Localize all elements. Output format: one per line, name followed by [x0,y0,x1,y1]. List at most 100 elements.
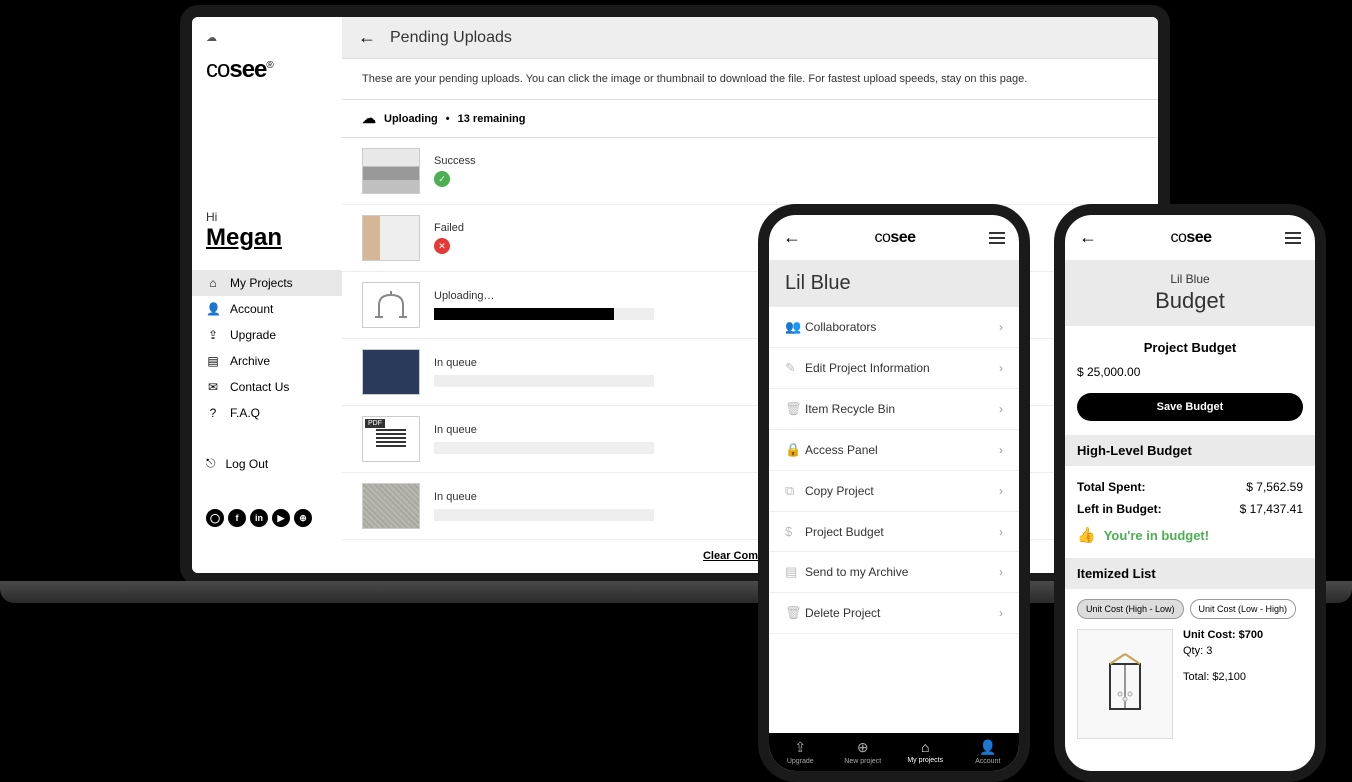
item-qty: Qty: 3 [1183,645,1263,657]
web-icon[interactable]: ⊕ [294,509,312,527]
unit-cost: Unit Cost: $700 [1183,629,1263,641]
upload-thumbnail[interactable] [362,483,420,529]
budget-heading: Budget [1081,288,1299,314]
tab-bar: ⇪ Upgrade ⊕New project ⌂My projects 👤 Acco… [769,733,1019,771]
menu-budget[interactable]: $Project Budget› [769,512,1019,552]
nav-account[interactable]: 👤 Account [192,296,342,322]
logo: cosee® [206,56,328,84]
nav-upgrade[interactable]: ⇪Upgrade [192,322,342,348]
item-image[interactable] [1077,629,1173,739]
tab-upgrade[interactable]: ⇪ Upgrade [769,739,832,765]
nav-contact[interactable]: ✉Contact Us [192,374,342,400]
status-uploading: Uploading [384,113,438,125]
progress-bar [434,308,654,320]
upload-thumbnail[interactable] [362,148,420,194]
value: $ 17,437.41 [1240,502,1303,516]
menu-label: Collaborators [805,320,999,334]
nav-label: Account [230,302,273,316]
logout-button[interactable]: ⎋Log Out [192,450,342,477]
menu-icon[interactable] [1285,232,1301,244]
menu-access[interactable]: 🔒Access Panel› [769,430,1019,471]
pencil-icon: ✎ [785,360,805,376]
upload-row-uploading: Uploading… [342,272,1158,339]
left-in-budget-row: Left in Budget:$ 17,437.41 [1077,498,1303,520]
upload-thumbnail[interactable]: PDF [362,416,420,462]
menu-label: Send to my Archive [805,565,999,579]
logout-icon: ⎋ [206,456,216,471]
chevron-right-icon: › [999,320,1003,334]
nav-label: F.A.Q [230,406,260,420]
menu-archive[interactable]: ▤Send to my Archive› [769,552,1019,593]
user-icon: 👤 [206,302,220,316]
logo: cosee [1170,229,1211,247]
tab-new-project[interactable]: ⊕New project [832,739,895,765]
menu-recycle[interactable]: 🗑Item Recycle Bin› [769,389,1019,430]
nav-my-projects[interactable]: ⌂ My Projects [192,270,342,296]
back-arrow-icon[interactable]: ← [783,227,801,248]
upgrade-icon: ⇪ [769,739,832,756]
upload-status-bar: ☁ Uploading • 13 remaining [342,100,1158,138]
project-title: Lil Blue [785,272,1003,295]
nav-label: Upgrade [230,328,276,342]
logo: cosee [874,229,915,247]
menu-collaborators[interactable]: 👥Collaborators› [769,307,1019,348]
phone-budget: ← cosee Lil Blue Budget Project Budget $… [1054,204,1326,782]
project-menu: 👥Collaborators› ✎Edit Project Informatio… [769,307,1019,733]
users-icon: 👥 [785,319,805,335]
progress-bar [434,375,654,387]
pdf-badge: PDF [365,419,385,428]
nav-archive[interactable]: ▤Archive [192,348,342,374]
nav-label: Contact Us [230,380,289,394]
tab-label: Upgrade [787,758,814,765]
back-arrow-icon[interactable]: ← [1079,227,1097,248]
upload-row-success: Success ✓ [342,138,1158,205]
menu-delete[interactable]: 🗑Delete Project› [769,593,1019,634]
item-total: Total: $2,100 [1183,671,1263,683]
tab-label: New project [844,758,881,765]
facebook-icon[interactable]: f [228,509,246,527]
logo-area: ☁ cosee® [192,25,342,100]
back-arrow-icon[interactable]: ← [358,27,376,48]
clear-completed-link[interactable]: Clear Com [342,540,1158,572]
highlevel-header: High-Level Budget [1065,435,1315,466]
upload-thumbnail[interactable] [362,215,420,261]
help-icon: ? [206,406,220,420]
archive-icon: ▤ [785,564,805,580]
phone-header: ← cosee [1065,215,1315,260]
tab-account[interactable]: 👤 Account [957,739,1020,765]
chevron-right-icon: › [999,484,1003,498]
instagram-icon[interactable]: ◯ [206,509,224,527]
nav-faq[interactable]: ? F.A.Q [192,400,342,426]
cloud-icon: ☁ [362,110,376,127]
intro-text: These are your pending uploads. You can … [342,59,1158,100]
linkedin-icon[interactable]: in [250,509,268,527]
home-icon: ⌂ [206,276,220,290]
pill-low-high[interactable]: Unit Cost (Low - High) [1190,599,1297,619]
project-title: Lil Blue [1081,272,1299,286]
youtube-icon[interactable]: ▶ [272,509,290,527]
menu-edit-info[interactable]: ✎Edit Project Information› [769,348,1019,389]
upload-row-queue: In queue [342,339,1158,406]
upload-thumbnail[interactable] [362,282,420,328]
greeting: Hi Megan [192,210,342,252]
tab-label: My projects [907,757,943,764]
pill-high-low[interactable]: Unit Cost (High - Low) [1077,599,1184,619]
nav-label: My Projects [230,276,293,290]
upload-thumbnail[interactable] [362,349,420,395]
upload-list: Success ✓ Failed ✕ Retry Uploading… [342,138,1158,573]
success-icon: ✓ [434,171,450,187]
in-budget-message: 👍You're in budget! [1077,526,1303,544]
tab-label: Account [975,758,1000,765]
progress-bar [434,509,654,521]
menu-label: Project Budget [805,525,999,539]
chevron-right-icon: › [999,443,1003,457]
trash-icon: 🗑 [785,401,805,417]
phone-header: ← cosee [769,215,1019,260]
save-budget-button[interactable]: Save Budget [1077,393,1303,421]
tab-my-projects[interactable]: ⌂My projects [894,739,957,765]
menu-copy[interactable]: ⧉Copy Project› [769,471,1019,512]
user-icon: 👤 [957,739,1020,756]
menu-icon[interactable] [989,232,1005,244]
item-info: Unit Cost: $700 Qty: 3 Total: $2,100 [1183,629,1263,739]
sidebar-nav: ⌂My Projects 👤Account ⇪Upgrade ▤Archive … [192,270,342,426]
